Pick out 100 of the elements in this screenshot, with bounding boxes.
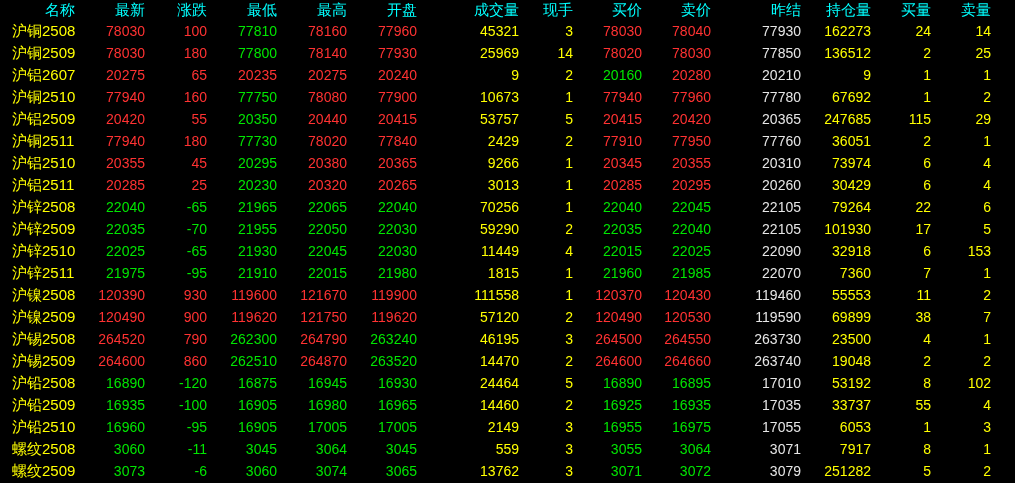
table-cell-text: 77960	[377, 22, 418, 41]
table-cell-text: 2	[564, 132, 574, 151]
table-cell-text: 16965	[377, 396, 418, 415]
table-cell-text: 1	[982, 330, 992, 349]
table-cell-text: 1815	[486, 264, 520, 283]
table-cell-text: 7	[922, 264, 932, 283]
table-cell-text: 20355	[671, 154, 712, 173]
table-cell-text: 38	[914, 308, 932, 327]
table-cell-text: 22105	[761, 220, 802, 239]
table-cell-text: 119620	[370, 308, 418, 327]
table-cell-text: 3064	[678, 440, 712, 459]
table-cell-text: -65	[185, 198, 208, 217]
contract-name: 沪锌2508	[11, 197, 77, 217]
table-cell-text: 264500	[594, 330, 643, 349]
table-cell-text: 20365	[377, 154, 418, 173]
table-cell-text: 77730	[237, 132, 278, 151]
table-cell-text: 119900	[370, 286, 418, 305]
table-cell-text: 1	[564, 176, 574, 195]
table-cell-text: 16905	[237, 418, 278, 437]
table-cell-text: 119590	[754, 308, 802, 327]
table-cell-text: 21975	[105, 264, 146, 283]
column-header[interactable]: 最高	[279, 0, 349, 20]
table-cell-text: 22050	[307, 220, 348, 239]
table-cell-text: 20160	[602, 66, 643, 85]
table-cell-text: 3064	[314, 440, 348, 459]
table-cell-text: 36051	[831, 132, 872, 151]
table-cell-text: 8	[922, 440, 932, 459]
table-cell-text: 16890	[602, 374, 643, 393]
table-cell-text: 20235	[237, 66, 278, 85]
table-cell-text: 78020	[307, 132, 348, 151]
table-cell-text: 67692	[831, 88, 872, 107]
column-header[interactable]: 名称	[0, 0, 77, 20]
table-cell-text: 16945	[307, 374, 348, 393]
table-cell-text: 21985	[671, 264, 712, 283]
table-cell-text: 20310	[761, 154, 802, 173]
column-header[interactable]: 涨跌	[147, 0, 209, 20]
table-cell-text: 79264	[831, 198, 872, 217]
column-header[interactable]: 最新	[77, 0, 147, 20]
column-header[interactable]: 卖量	[933, 0, 993, 20]
column-header[interactable]: 成交量	[419, 0, 521, 20]
table-cell-text: 120390	[97, 286, 146, 305]
table-cell-text: 930	[182, 286, 208, 305]
table-cell-text: -120	[177, 374, 208, 393]
column-header[interactable]: 开盘	[349, 0, 419, 20]
table-cell-text: 3065	[384, 462, 418, 481]
table-cell-text: 22040	[377, 198, 418, 217]
table-cell-text: 9266	[486, 154, 520, 173]
table-cell-text: 2	[922, 352, 932, 371]
table-cell-text: 9	[510, 66, 520, 85]
table-cell-text: 3073	[112, 462, 146, 481]
table-cell-text: 263520	[369, 352, 418, 371]
table-cell-text: 2	[922, 132, 932, 151]
contract-name: 沪镍2508	[11, 285, 77, 305]
column-header[interactable]: 持仓量	[803, 0, 873, 20]
table-cell-text: 20295	[237, 154, 278, 173]
table-cell-text: 264550	[663, 330, 712, 349]
table-cell-text: 119460	[754, 286, 802, 305]
table-cell-text: 19048	[831, 352, 872, 371]
table-cell-text: 22040	[105, 198, 146, 217]
table-cell-text: 263730	[753, 330, 802, 349]
table-cell-text: 860	[182, 352, 208, 371]
column-header[interactable]: 现手	[521, 0, 575, 20]
table-cell-text: 77800	[237, 44, 278, 63]
table-cell-text: 3074	[314, 462, 348, 481]
table-cell-text: 78020	[602, 44, 643, 63]
column-header[interactable]: 卖价	[644, 0, 713, 20]
contract-name: 沪锌2509	[11, 219, 77, 239]
column-header[interactable]: 最低	[209, 0, 279, 20]
table-cell-text: 262300	[229, 330, 278, 349]
table-cell-text: 4	[982, 176, 992, 195]
contract-name: 沪铝2607	[11, 65, 77, 85]
table-cell-text: 78140	[307, 44, 348, 63]
contract-name: 沪铅2510	[11, 417, 77, 437]
table-cell-text: 2149	[486, 418, 520, 437]
table-cell-text: 21965	[237, 198, 278, 217]
table-cell-text: 73974	[831, 154, 872, 173]
table-cell-text: 264520	[97, 330, 146, 349]
table-cell-text: 1	[982, 264, 992, 283]
contract-name: 沪铅2508	[11, 373, 77, 393]
column-header[interactable]: 买量	[873, 0, 933, 20]
column-header[interactable]: 昨结	[713, 0, 803, 20]
table-cell-text: 20320	[307, 176, 348, 195]
table-cell-text: 3	[564, 22, 574, 41]
table-cell-text: 3079	[768, 462, 802, 481]
table-cell-text: 20280	[671, 66, 712, 85]
column-header[interactable]: 买价	[575, 0, 644, 20]
table-cell-text: 30429	[831, 176, 872, 195]
table-cell-text: 20350	[237, 110, 278, 129]
table-cell-text: 120490	[97, 308, 146, 327]
table-cell-text: 57120	[479, 308, 520, 327]
table-cell-text: 3045	[244, 440, 278, 459]
table-cell-text: 263240	[369, 330, 418, 349]
table-cell-text: 3060	[244, 462, 278, 481]
table-cell-text: 25	[974, 44, 992, 63]
table-cell-text: 13762	[479, 462, 520, 481]
table-cell-text: 11449	[480, 242, 520, 261]
table-cell-text: 1	[564, 88, 574, 107]
table-cell-text: 101930	[823, 220, 872, 239]
table-cell-text: 251282	[823, 462, 872, 481]
table-cell-text: 4	[982, 154, 992, 173]
